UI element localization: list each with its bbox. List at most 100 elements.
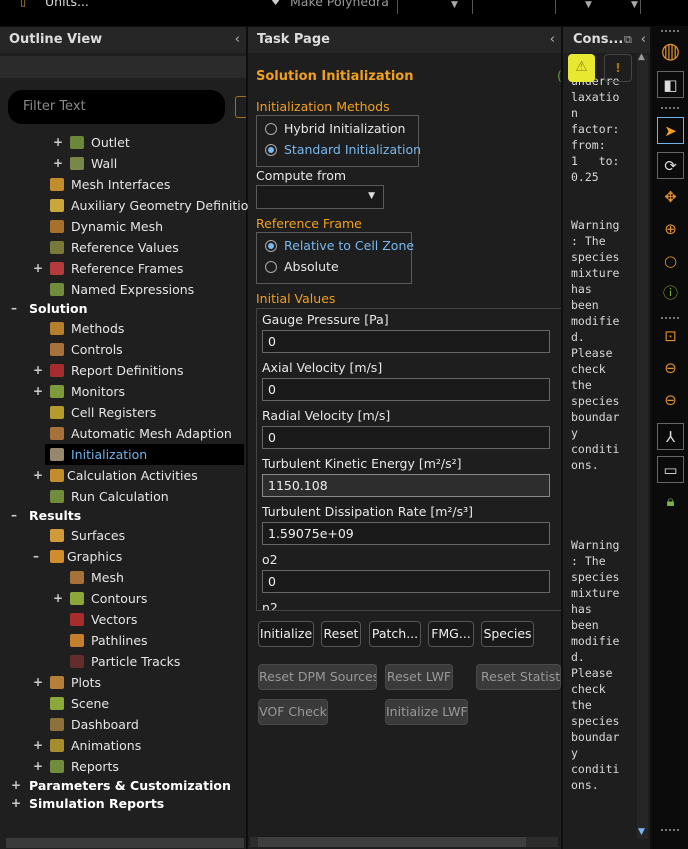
tree-item[interactable]: + Plots	[0, 672, 244, 693]
help-icon[interactable]: (	[557, 68, 562, 83]
tree-item[interactable]: + Outlet	[0, 132, 244, 153]
filter-options-button[interactable]	[235, 96, 246, 118]
tree-item[interactable]: Pathlines	[0, 630, 244, 651]
collapse-icon[interactable]: –	[11, 505, 17, 526]
collapse-chevron-icon[interactable]: ‹	[550, 27, 555, 53]
field-input[interactable]: 0	[262, 570, 550, 593]
reset-button[interactable]: Reset	[321, 621, 361, 647]
tree-item[interactable]: Methods	[0, 318, 244, 339]
zoom-previous-icon[interactable]: ⊖	[657, 355, 684, 382]
view-direction-icon[interactable]: ▭	[657, 456, 684, 483]
tree-item[interactable]: + Calculation Activities	[0, 465, 244, 486]
outline-horizontal-scrollbar[interactable]	[6, 838, 244, 848]
scroll-down-icon[interactable]: ▼	[638, 827, 645, 837]
expand-icon[interactable]: +	[53, 132, 63, 153]
error-filter-button[interactable]: !	[604, 54, 632, 82]
tree-item[interactable]: Auxiliary Geometry Definitions	[0, 195, 263, 216]
initialize-button[interactable]: Initialize	[258, 621, 314, 647]
expand-icon[interactable]: +	[33, 360, 43, 381]
tree-item[interactable]: Reference Values	[0, 237, 244, 258]
tree-item[interactable]: Mesh	[0, 567, 244, 588]
tree-item[interactable]: Dashboard	[0, 714, 244, 735]
toolbar-grip[interactable]	[661, 30, 679, 34]
collapse-icon[interactable]: –	[11, 298, 17, 319]
zoom-icon[interactable]: ○	[657, 248, 684, 275]
info-icon[interactable]: ⓘ	[657, 280, 684, 307]
filter-text-input[interactable]: Filter Text	[8, 90, 225, 124]
select-pointer-icon[interactable]: ➤	[657, 117, 684, 144]
tree-item[interactable]: Named Expressions	[0, 279, 244, 300]
field-input[interactable]: 1150.108	[262, 474, 550, 497]
tree-item[interactable]: Controls	[0, 339, 244, 360]
mesh-display-icon[interactable]: ◍	[657, 38, 684, 65]
axes-icon[interactable]: ⅄	[657, 423, 684, 450]
tree-item[interactable]: + Wall	[0, 153, 244, 174]
dropdown-arrow-icon[interactable]: ▼	[631, 0, 638, 10]
tree-item[interactable]: + Contours	[0, 588, 244, 609]
dropdown-arrow-icon[interactable]: ▼	[585, 0, 592, 10]
warning-filter-button[interactable]: ⚠	[568, 54, 595, 82]
tree-item[interactable]: – Graphics	[0, 546, 244, 567]
tree-item[interactable]: Run Calculation	[0, 486, 244, 507]
reset-lwf-button[interactable]: Reset LWF	[385, 664, 453, 690]
vof-check-button[interactable]: VOF Check	[258, 699, 328, 725]
rotate-icon[interactable]: ⟳	[657, 152, 684, 179]
expand-icon[interactable]: +	[33, 672, 43, 693]
tree-item[interactable]: + Report Definitions	[0, 360, 244, 381]
tree-item[interactable]: Scene	[0, 693, 244, 714]
species-button[interactable]: Species	[481, 621, 534, 647]
lock-view-icon[interactable]: 🔒︎	[657, 488, 684, 515]
radio-standard-initialization[interactable]: Standard Initialization	[265, 141, 421, 159]
patch-button[interactable]: Patch...	[369, 621, 421, 647]
expand-icon[interactable]: +	[33, 465, 43, 486]
reset-statistics-button[interactable]: Reset Statistics	[476, 664, 561, 690]
field-input[interactable]: 0	[262, 330, 550, 353]
expand-icon[interactable]: +	[33, 756, 43, 777]
tree-item[interactable]: + Monitors	[0, 381, 244, 402]
scrollbar-thumb[interactable]	[258, 837, 526, 847]
collapse-chevron-icon[interactable]: ‹	[235, 27, 240, 53]
field-input[interactable]: 1.59075e+09	[262, 522, 550, 545]
tree-item[interactable]: Mesh Interfaces	[0, 174, 244, 195]
compute-from-select[interactable]: ▼	[256, 185, 384, 209]
expand-icon[interactable]: +	[53, 588, 63, 609]
dropdown-arrow-icon[interactable]: ▼	[451, 0, 458, 10]
console-output[interactable]: underre laxatio n factor: from: 1 to: 0.25 Warn…	[571, 73, 637, 793]
tree-item[interactable]: Cell Registers	[0, 402, 244, 423]
toolbar-grip[interactable]	[661, 317, 679, 321]
tree-item[interactable]: + Reports	[0, 756, 244, 777]
radio-absolute[interactable]: Absolute	[265, 258, 339, 276]
scroll-up-icon[interactable]: ▲	[638, 52, 645, 62]
tree-item[interactable]: + Animations	[0, 735, 244, 756]
expand-icon[interactable]: +	[33, 735, 43, 756]
expand-icon[interactable]: +	[53, 153, 63, 174]
radio-relative-to-cell-zone[interactable]: Relative to Cell Zone	[265, 237, 414, 255]
make-polyhedra-button[interactable]: Make Polyhedra	[290, 0, 389, 9]
reset-dpm-sources-button[interactable]: Reset DPM Sources	[258, 664, 377, 690]
tree-item[interactable]: Automatic Mesh Adaption	[0, 423, 244, 444]
fmg-button[interactable]: FMG...	[428, 621, 474, 647]
field-input[interactable]: 0	[262, 426, 550, 449]
field-input[interactable]: 0	[262, 378, 550, 401]
collapse-chevron-icon[interactable]: ‹	[641, 27, 646, 53]
units-button[interactable]: Units...	[45, 0, 89, 9]
initial-values-scroll-area[interactable]: Gauge Pressure [Pa] 0 Axial Velocity [m/s]…	[256, 308, 561, 611]
tree-item[interactable]: Dynamic Mesh	[0, 216, 244, 237]
console-vertical-scrollbar[interactable]: ▲ ▼	[637, 52, 648, 839]
zoom-to-fit-icon[interactable]: ⊡	[657, 323, 684, 350]
task-horizontal-scrollbar[interactable]	[250, 837, 558, 847]
tree-item[interactable]: Initialization	[45, 444, 244, 465]
tree-item[interactable]: + Simulation Reports	[0, 793, 244, 814]
float-window-icon[interactable]: ⧉	[624, 27, 632, 53]
tree-item[interactable]: + Reference Frames	[0, 258, 244, 279]
zoom-in-out-icon[interactable]: ⊕	[657, 216, 684, 243]
tree-item[interactable]: – Results	[0, 505, 244, 526]
radio-hybrid-initialization[interactable]: Hybrid Initialization	[265, 120, 405, 138]
toolbar-grip[interactable]	[661, 829, 679, 833]
collapse-icon[interactable]: –	[33, 546, 39, 567]
pan-icon[interactable]: ✥	[657, 184, 684, 211]
tree-item[interactable]: Surfaces	[0, 525, 244, 546]
tree-item[interactable]: – Solution	[0, 298, 244, 319]
expand-icon[interactable]: +	[11, 793, 21, 814]
tree-item[interactable]: Vectors	[0, 609, 244, 630]
